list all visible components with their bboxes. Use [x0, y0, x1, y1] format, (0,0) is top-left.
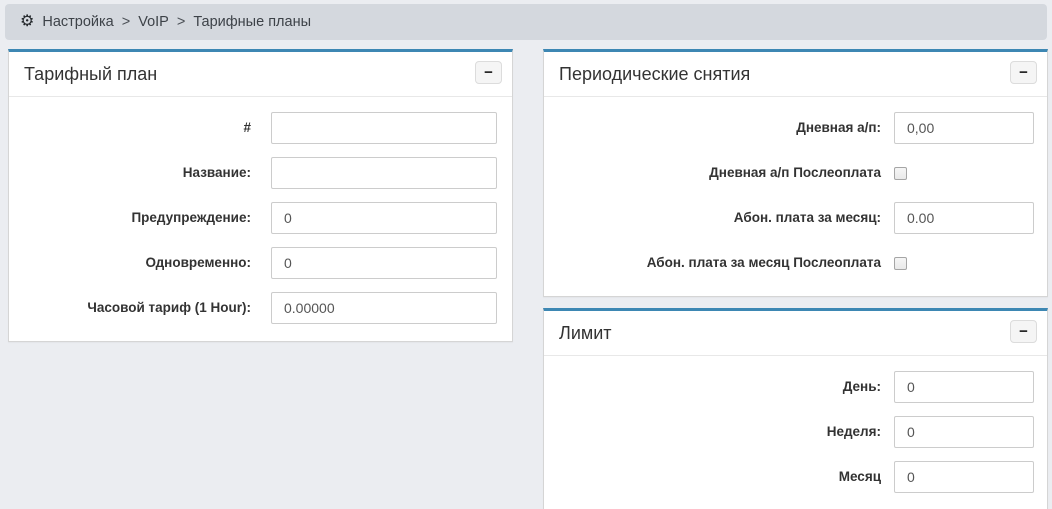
field-label: # [24, 120, 251, 137]
tariff-plan-panel: Тарифный план − # Название: Предупрежден… [8, 49, 513, 342]
limit-panel-body: День: Неделя: Месяц [544, 356, 1047, 509]
monthly-fee-postpaid-checkbox[interactable] [894, 257, 907, 270]
tariff-plan-panel-header: Тарифный план − [9, 52, 512, 97]
form-row: Абон. плата за месяц Послеоплата [559, 247, 1032, 279]
periodic-charges-panel-header: Периодические снятия − [544, 52, 1047, 97]
warning-input[interactable] [271, 202, 497, 234]
left-column: Тарифный план − # Название: Предупрежден… [8, 49, 513, 353]
breadcrumb: ⚙ Настройка > VoIP > Тарифные планы [5, 4, 1047, 40]
tariff-plan-panel-body: # Название: Предупреждение: Одновременно… [9, 97, 512, 341]
collapse-button[interactable]: − [1010, 61, 1037, 84]
form-row: Название: [24, 157, 497, 189]
form-row: Неделя: [559, 416, 1032, 448]
field-label: Название: [24, 165, 251, 182]
field-label: Месяц [559, 469, 881, 486]
breadcrumb-separator: > [177, 14, 185, 30]
gear-icon: ⚙ [20, 14, 34, 30]
breadcrumb-item-voip[interactable]: VoIP [138, 14, 169, 30]
form-row: Предупреждение: [24, 202, 497, 234]
field-label: Одновременно: [24, 255, 251, 272]
form-row: Абон. плата за месяц: [559, 202, 1032, 234]
field-label: Неделя: [559, 424, 881, 441]
limit-panel: Лимит − День: Неделя: Месяц [543, 308, 1048, 509]
main-content: Тарифный план − # Название: Предупрежден… [0, 40, 1052, 509]
form-row: Месяц [559, 461, 1032, 493]
field-label: Дневная а/п: [559, 120, 881, 137]
form-row: Часовой тариф (1 Hour): [24, 292, 497, 324]
periodic-charges-panel-body: Дневная а/п: Дневная а/п Послеоплата Або… [544, 97, 1047, 296]
hourly-rate-input[interactable] [271, 292, 497, 324]
breadcrumb-separator: > [122, 14, 130, 30]
form-row: Одновременно: [24, 247, 497, 279]
right-column: Периодические снятия − Дневная а/п: Днев… [543, 49, 1048, 509]
tariff-name-input[interactable] [271, 157, 497, 189]
panel-title: Лимит [559, 323, 612, 343]
panel-title: Периодические снятия [559, 64, 750, 84]
field-label: Абон. плата за месяц Послеоплата [559, 255, 881, 272]
collapse-button[interactable]: − [1010, 320, 1037, 343]
panel-title: Тарифный план [24, 64, 157, 84]
daily-fee-input[interactable] [894, 112, 1034, 144]
simultaneous-input[interactable] [271, 247, 497, 279]
field-label: Дневная а/п Послеоплата [559, 165, 881, 182]
monthly-fee-input[interactable] [894, 202, 1034, 234]
field-label: День: [559, 379, 881, 396]
form-row: # [24, 112, 497, 144]
field-label: Абон. плата за месяц: [559, 210, 881, 227]
periodic-charges-panel: Периодические снятия − Дневная а/п: Днев… [543, 49, 1048, 297]
form-row: Дневная а/п Послеоплата [559, 157, 1032, 189]
limit-panel-header: Лимит − [544, 311, 1047, 356]
tariff-number-input[interactable] [271, 112, 497, 144]
day-limit-input[interactable] [894, 371, 1034, 403]
collapse-button[interactable]: − [475, 61, 502, 84]
month-limit-input[interactable] [894, 461, 1034, 493]
daily-fee-postpaid-checkbox[interactable] [894, 167, 907, 180]
form-row: Дневная а/п: [559, 112, 1032, 144]
breadcrumb-item-settings[interactable]: Настройка [42, 14, 113, 30]
field-label: Предупреждение: [24, 210, 251, 227]
field-label: Часовой тариф (1 Hour): [24, 300, 251, 317]
form-row: День: [559, 371, 1032, 403]
breadcrumb-item-tariff-plans: Тарифные планы [193, 14, 311, 30]
week-limit-input[interactable] [894, 416, 1034, 448]
